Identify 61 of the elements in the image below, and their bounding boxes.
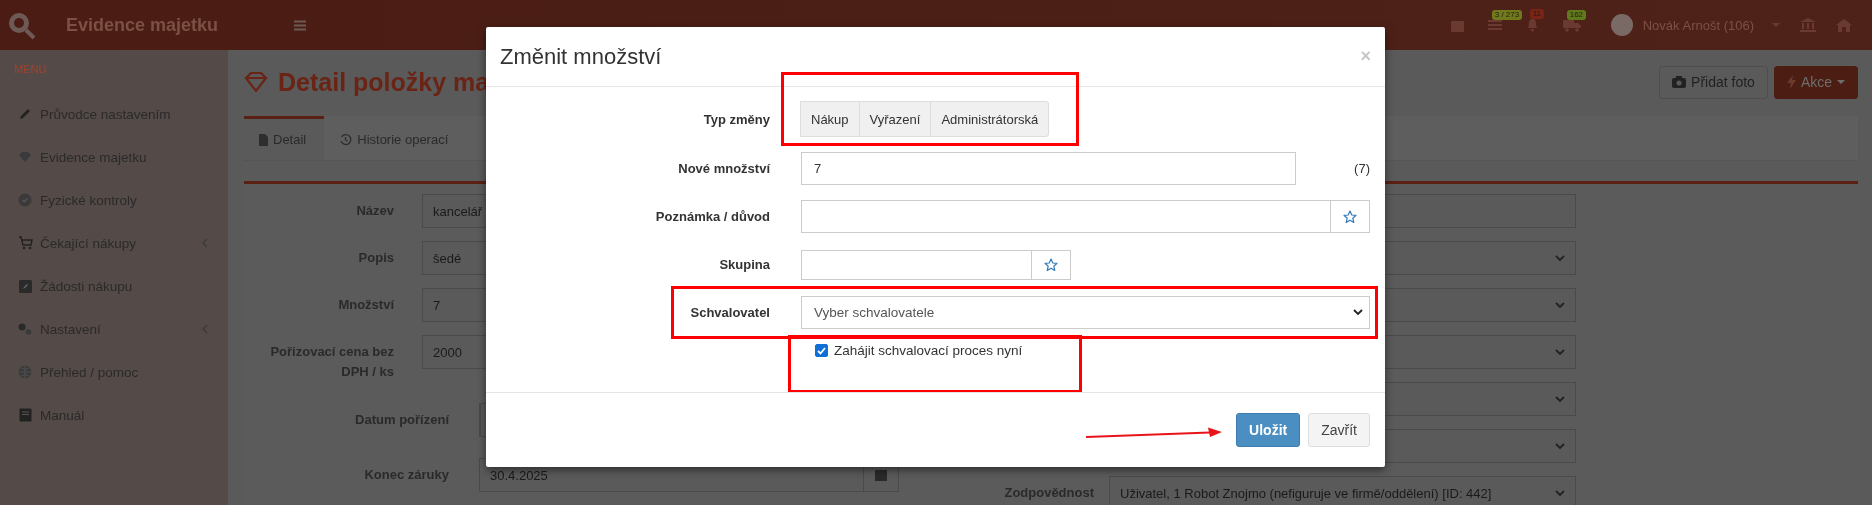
home-icon[interactable] [1836, 18, 1852, 32]
input-field[interactable] [801, 200, 1370, 233]
camera-icon [1672, 76, 1687, 88]
count-badge: 3 / 273 [1491, 10, 1523, 20]
chevron-down-icon [1555, 489, 1565, 497]
checkbox[interactable] [815, 344, 828, 357]
segment-button[interactable]: Administrátorská [930, 101, 1050, 137]
magnifier-logo-icon [6, 10, 36, 40]
avatar [1610, 14, 1633, 36]
lightning-icon [1786, 75, 1796, 89]
truck-icon[interactable] [1562, 18, 1581, 32]
chevron-left-icon [202, 324, 208, 334]
calendar-icon[interactable] [875, 469, 887, 481]
document-icon [259, 133, 268, 146]
segment-button[interactable]: Vyřazení [858, 101, 932, 137]
actions-button[interactable]: Akce [1773, 65, 1858, 99]
chevron-down-icon [1555, 442, 1565, 450]
field-label: Typ změny [702, 111, 770, 127]
edit-square-icon [18, 279, 32, 293]
bank-icon[interactable] [1800, 18, 1816, 32]
chevron-down-icon [1555, 301, 1565, 309]
bell-icon[interactable] [1525, 18, 1539, 32]
input-field[interactable] [801, 249, 1071, 280]
history-icon [339, 133, 353, 146]
field-label: Skupina [718, 257, 770, 272]
star-icon [1044, 257, 1058, 272]
chevron-left-icon [202, 238, 208, 248]
check-circle-icon [18, 193, 32, 207]
dialog-title: Změnit množství [500, 43, 663, 70]
add-photo-button[interactable]: Přidat foto [1659, 65, 1768, 99]
field-label: Poznámka / důvod [654, 209, 770, 224]
chevron-down-icon [1555, 348, 1565, 356]
globe-icon [18, 365, 32, 379]
chevron-down-icon [1353, 309, 1363, 316]
diamond-icon [18, 151, 32, 163]
gears-icon [17, 322, 33, 336]
star-icon [1343, 209, 1357, 224]
count-badge: 162 [1566, 9, 1587, 20]
checkbox-label: Zahájit schvalovací proces nyní [834, 343, 1023, 358]
segment-button[interactable]: Nákup [800, 101, 860, 137]
diamond-icon [244, 72, 268, 92]
field-label: Schvalovatel [689, 305, 770, 320]
menu-icon[interactable] [294, 19, 307, 31]
book-icon [18, 408, 32, 422]
chevron-down-icon [1555, 254, 1565, 262]
count-badge: 11 [1529, 9, 1545, 19]
select-field[interactable]: Uživatel, 1 Robot Znojmo (nefiguruje ve firmě/oddělení) [ID: 442] [1109, 476, 1576, 505]
menu-heading: MENU [13, 62, 48, 77]
caret-icon [1837, 80, 1845, 84]
pencil-icon [18, 107, 32, 121]
close-button[interactable]: × [1360, 46, 1371, 67]
field-label: Nové množství [677, 161, 770, 176]
select-field[interactable]: Vyber schvalovatele [801, 296, 1370, 329]
close-button[interactable]: Zavřít [1308, 413, 1370, 447]
save-button[interactable]: Uložit [1236, 413, 1301, 447]
list-icon[interactable] [1487, 19, 1502, 31]
cart-icon [17, 236, 33, 250]
calendar-icon[interactable] [1450, 18, 1464, 32]
current-quantity: (7) [1354, 161, 1370, 176]
chevron-down-icon [1555, 395, 1565, 403]
input-field[interactable]: 7 [801, 152, 1296, 185]
